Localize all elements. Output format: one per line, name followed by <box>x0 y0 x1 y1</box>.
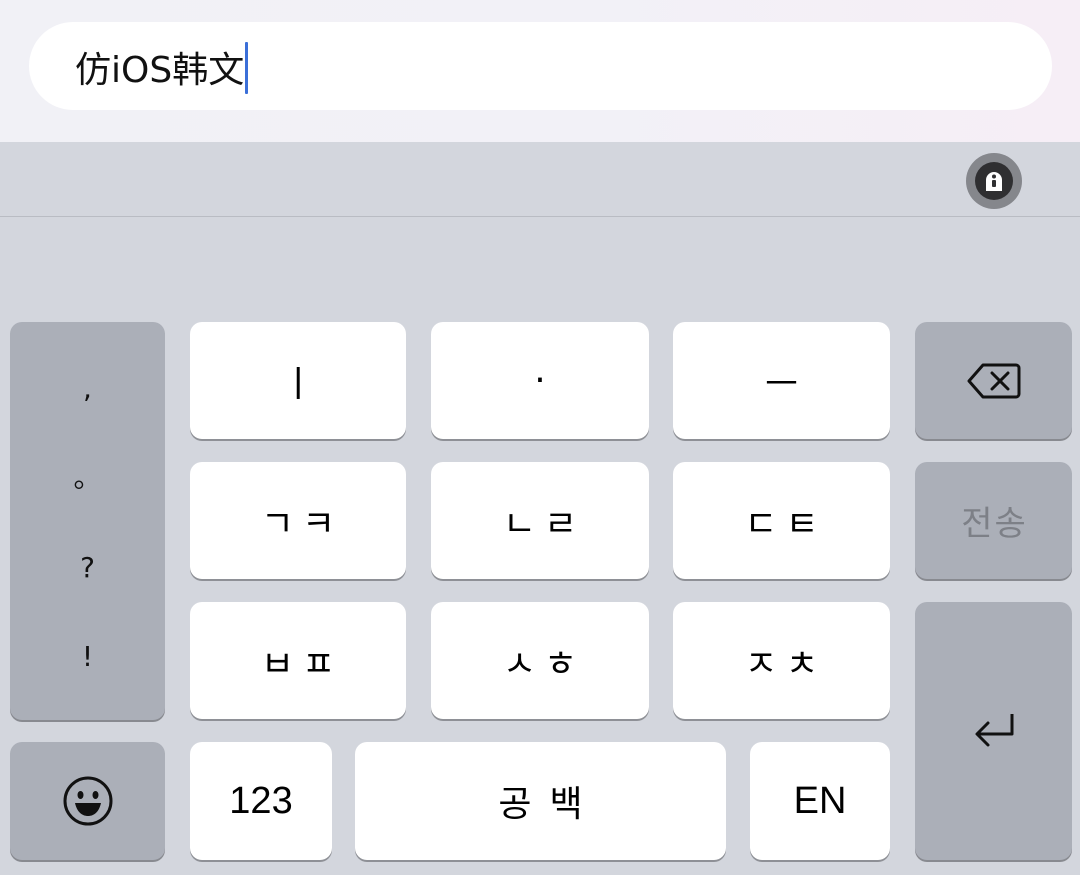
key-jieut-chieut[interactable]: ㅈㅊ <box>673 602 890 719</box>
send-button[interactable]: 전송 <box>915 462 1072 579</box>
key-vowel-i[interactable]: ㅣ <box>190 322 406 439</box>
key-label: ㅂㅍ <box>260 643 344 685</box>
return-icon <box>975 714 1013 747</box>
key-label: · <box>534 360 554 401</box>
delete-button[interactable] <box>915 322 1072 439</box>
key-bieup-pieup[interactable]: ㅂㅍ <box>190 602 406 719</box>
emoji-icon <box>63 776 112 826</box>
suggestion-bar <box>0 142 1080 217</box>
punct-comma: , <box>83 371 92 405</box>
text-input-field[interactable]: 仿iOS韩文 <box>29 22 1052 110</box>
key-vowel-eu[interactable]: ㅡ <box>673 322 890 439</box>
key-label: ㅅㅎ <box>502 643 586 685</box>
numbers-button[interactable]: 123 <box>190 742 332 860</box>
assistive-touch-icon <box>975 162 1013 200</box>
language-switch-button[interactable]: EN <box>750 742 890 860</box>
key-siot-hieut[interactable]: ㅅㅎ <box>431 602 649 719</box>
key-nieun-rieul[interactable]: ㄴㄹ <box>431 462 649 579</box>
key-label: ㄱㅋ <box>260 503 344 545</box>
key-label: ㅈㅊ <box>744 643 827 685</box>
space-label: 공백 <box>498 784 601 825</box>
text-input-value: 仿iOS韩文 <box>75 42 249 95</box>
key-label: ㅡ <box>764 363 807 405</box>
numbers-label: 123 <box>229 779 293 822</box>
return-button[interactable] <box>915 602 1072 860</box>
korean-keyboard-screen: 仿iOS韩文 , 。 ? ! ㅣ · ㅡ ㄱㅋ ㄴㄹ ㄷㅌ ㅂㅍ ㅅㅎ ㅈㅊ 전… <box>0 0 1080 875</box>
text-caret <box>245 42 249 94</box>
assistive-button[interactable] <box>966 153 1022 209</box>
punct-question: ? <box>80 550 95 584</box>
key-label: ㅣ <box>281 363 323 405</box>
backspace-icon <box>967 363 1020 398</box>
key-label: ㄷㅌ <box>744 503 827 545</box>
key-label: ㄴㄹ <box>502 503 586 545</box>
input-area: 仿iOS韩文 <box>0 0 1080 142</box>
space-bar[interactable]: 공백 <box>355 742 726 860</box>
key-digeut-tieut[interactable]: ㄷㅌ <box>673 462 890 579</box>
send-label: 전송 <box>961 504 1028 544</box>
punct-period: 。 <box>73 461 102 495</box>
input-text: 仿iOS韩文 <box>75 50 245 91</box>
key-vowel-dot[interactable]: · <box>431 322 649 439</box>
punctuation-key[interactable]: , 。 ? ! <box>10 322 165 720</box>
key-giyeok-kieuk[interactable]: ㄱㅋ <box>190 462 406 579</box>
language-label: EN <box>793 779 847 822</box>
emoji-button[interactable] <box>10 742 165 860</box>
punct-exclamation: ! <box>81 640 94 674</box>
